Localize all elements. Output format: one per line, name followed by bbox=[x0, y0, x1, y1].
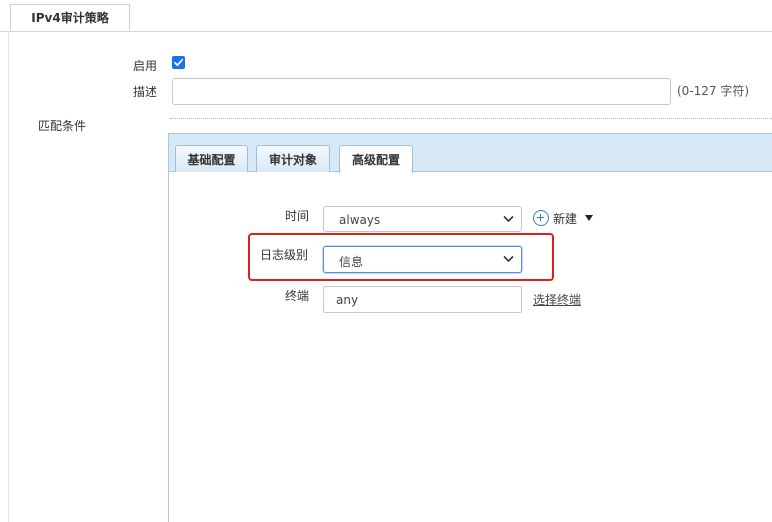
add-circle-icon bbox=[533, 210, 549, 226]
match-conditions-panel: 基础配置 审计对象 高级配置 bbox=[168, 133, 772, 522]
terminal-input-value: any bbox=[336, 293, 359, 307]
terminal-input[interactable]: any bbox=[323, 286, 522, 313]
new-time-button[interactable]: 新建 bbox=[533, 209, 594, 227]
time-label: 时间 bbox=[285, 209, 310, 223]
tab-audit-object[interactable]: 审计对象 bbox=[256, 145, 330, 172]
panel-tab-strip: 基础配置 审计对象 高级配置 bbox=[169, 134, 772, 173]
dotted-divider bbox=[170, 118, 772, 119]
time-select-value: always bbox=[339, 213, 381, 227]
tab-basic-config[interactable]: 基础配置 bbox=[175, 145, 248, 172]
top-tab-bar: IPv4审计策略 bbox=[0, 0, 772, 32]
enable-label: 启用 bbox=[133, 59, 158, 73]
left-divider bbox=[8, 32, 9, 522]
dropdown-caret-icon bbox=[585, 215, 594, 221]
terminal-label: 终端 bbox=[285, 289, 310, 303]
check-icon bbox=[174, 58, 184, 67]
description-hint: (0-127 字符) bbox=[677, 84, 750, 98]
highlight-box bbox=[248, 233, 554, 281]
tab-ipv4-audit-policy[interactable]: IPv4审计策略 bbox=[10, 4, 130, 31]
time-select[interactable]: always bbox=[323, 206, 522, 232]
description-label: 描述 bbox=[133, 85, 158, 99]
enable-checkbox[interactable] bbox=[172, 56, 185, 69]
description-input[interactable] bbox=[172, 78, 671, 105]
match-conditions-label: 匹配条件 bbox=[38, 119, 87, 133]
tab-advanced-config[interactable]: 高级配置 bbox=[339, 145, 413, 173]
chevron-down-icon bbox=[503, 215, 514, 223]
new-button-label: 新建 bbox=[553, 211, 578, 226]
select-terminal-link[interactable]: 选择终端 bbox=[533, 291, 581, 308]
